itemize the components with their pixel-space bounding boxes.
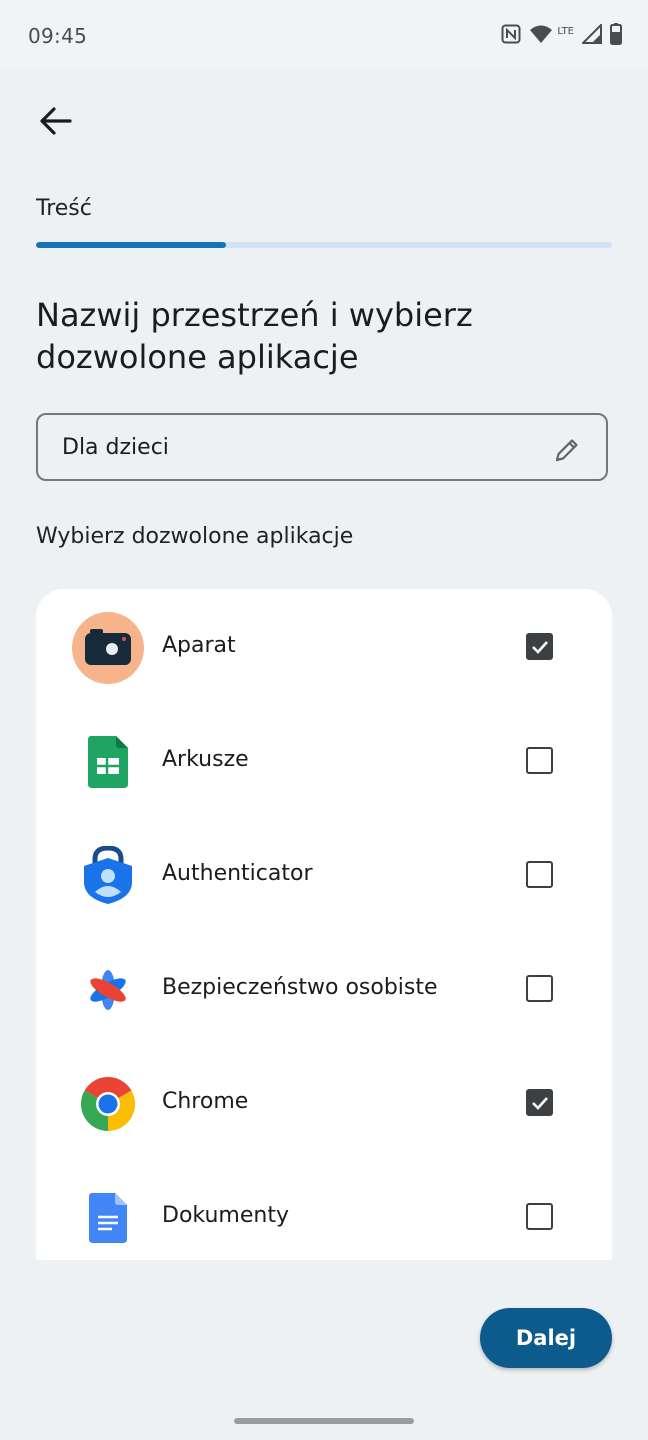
personal-safety-icon bbox=[72, 954, 144, 1026]
app-row-aparat[interactable]: Aparat bbox=[36, 589, 612, 703]
apps-list: Aparat Arkusze Authenticator Bezpieczeńs… bbox=[36, 589, 612, 1260]
battery-icon bbox=[610, 23, 622, 49]
home-indicator[interactable] bbox=[234, 1418, 414, 1424]
nfc-icon bbox=[501, 24, 521, 48]
arrow-back-icon bbox=[40, 107, 72, 135]
status-icons: LTE bbox=[501, 22, 622, 49]
app-row-arkusze[interactable]: Arkusze bbox=[36, 703, 612, 817]
app-name: Chrome bbox=[162, 1089, 249, 1114]
sheets-icon bbox=[72, 726, 144, 798]
app-row-personal-safety[interactable]: Bezpieczeństwo osobiste bbox=[36, 931, 612, 1045]
page-title: Nazwij przestrzeń i wybierz dozwolone ap… bbox=[36, 296, 473, 376]
apps-section-label: Wybierz dozwolone aplikacje bbox=[36, 524, 354, 549]
app-checkbox[interactable] bbox=[526, 861, 553, 888]
app-row-dokumenty[interactable]: Dokumenty bbox=[36, 1159, 612, 1260]
app-name: Arkusze bbox=[162, 747, 249, 772]
chrome-icon bbox=[72, 1068, 144, 1140]
app-name: Authenticator bbox=[162, 861, 313, 886]
progress-bar bbox=[36, 242, 612, 248]
app-checkbox[interactable] bbox=[526, 975, 553, 1002]
network-type-label: LTE bbox=[557, 25, 574, 37]
app-name: Aparat bbox=[162, 633, 236, 658]
status-time: 09:45 bbox=[28, 24, 88, 48]
app-name: Bezpieczeństwo osobiste bbox=[162, 975, 438, 1000]
next-button[interactable]: Dalej bbox=[480, 1308, 612, 1368]
app-checkbox[interactable] bbox=[526, 633, 553, 660]
space-name-input[interactable] bbox=[60, 433, 544, 461]
signal-icon bbox=[580, 22, 602, 48]
space-name-field[interactable] bbox=[36, 413, 608, 481]
authenticator-icon bbox=[72, 840, 144, 912]
back-button[interactable] bbox=[34, 100, 76, 142]
wifi-icon bbox=[529, 24, 553, 48]
camera-icon bbox=[72, 612, 144, 684]
pencil-icon[interactable] bbox=[552, 435, 582, 465]
app-name: Dokumenty bbox=[162, 1203, 289, 1228]
status-bar: 09:45 LTE bbox=[0, 0, 648, 68]
progress-fill bbox=[36, 242, 227, 248]
docs-icon bbox=[72, 1182, 144, 1254]
app-checkbox[interactable] bbox=[526, 1203, 553, 1230]
app-checkbox[interactable] bbox=[526, 1089, 553, 1116]
app-row-authenticator[interactable]: Authenticator bbox=[36, 817, 612, 931]
step-label: Treść bbox=[36, 196, 92, 221]
app-row-chrome[interactable]: Chrome bbox=[36, 1045, 612, 1159]
app-checkbox[interactable] bbox=[526, 747, 553, 774]
